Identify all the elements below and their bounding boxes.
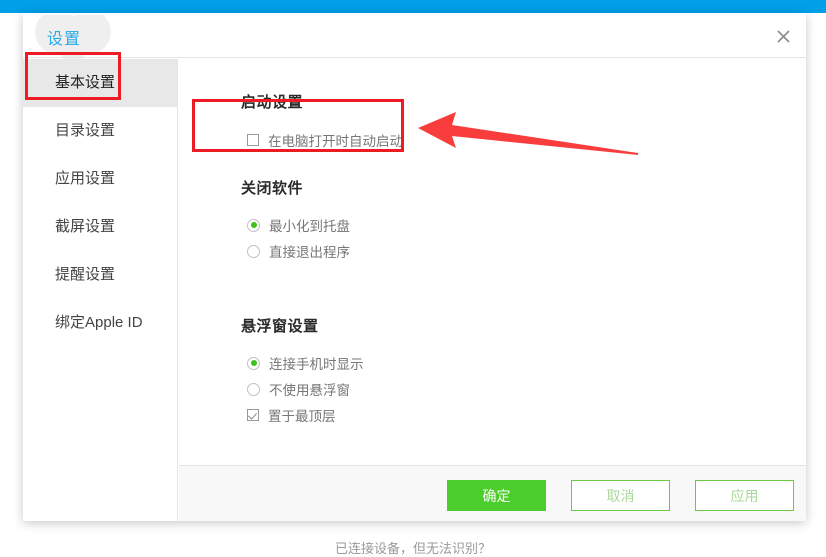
option-minimize-to-tray[interactable]: 最小化到托盘 xyxy=(247,215,350,235)
sidebar-item-label: 基本设置 xyxy=(55,74,116,91)
option-label: 连接手机时显示 xyxy=(269,357,364,372)
radio-minimize-to-tray[interactable] xyxy=(247,218,260,232)
page-title: 设置 xyxy=(47,31,82,48)
ok-button[interactable]: 确定 xyxy=(447,480,546,511)
sidebar-item-directory-settings[interactable]: 目录设置 xyxy=(23,107,177,155)
apply-button[interactable]: 应用 xyxy=(695,480,794,511)
sidebar-item-app-settings[interactable]: 应用设置 xyxy=(23,155,177,203)
checkbox-always-on-top[interactable] xyxy=(247,409,259,421)
section-heading-close-software: 关闭软件 xyxy=(241,180,304,197)
window-titlebar: 设置 xyxy=(23,13,806,58)
option-exit-program[interactable]: 直接退出程序 xyxy=(247,241,350,261)
radio-exit-program[interactable] xyxy=(247,244,260,258)
radio-show-when-connected[interactable] xyxy=(247,356,260,370)
sidebar-item-screenshot-settings[interactable]: 截屏设置 xyxy=(23,203,177,251)
option-label: 在电脑打开时自动启动 xyxy=(268,134,403,149)
radio-disable-floating-window[interactable] xyxy=(247,382,260,396)
option-label: 不使用悬浮窗 xyxy=(269,383,350,398)
option-autostart[interactable]: 在电脑打开时自动启动 xyxy=(247,130,403,150)
dialog-footer: 确定 取消 应用 xyxy=(179,465,806,521)
status-bar-link[interactable]: 已连接设备，但无法识别？ xyxy=(0,538,826,556)
cancel-button[interactable]: 取消 xyxy=(571,480,670,511)
main-panel: 启动设置 在电脑打开时自动启动 关闭软件 最小化到托盘 直接退出程序 悬浮窗设置… xyxy=(179,59,806,465)
sidebar-item-label: 目录设置 xyxy=(55,122,116,139)
section-heading-floating-window: 悬浮窗设置 xyxy=(241,318,319,335)
settings-window: 设置 基本设置 目录设置 应用设置 截屏设置 提醒设置 绑定Apple ID 启… xyxy=(23,13,806,521)
sidebar-item-label: 应用设置 xyxy=(55,170,116,187)
option-show-when-connected[interactable]: 连接手机时显示 xyxy=(247,353,364,373)
close-icon xyxy=(776,29,790,43)
close-button[interactable] xyxy=(768,21,798,51)
sidebar-item-bind-apple-id[interactable]: 绑定Apple ID xyxy=(23,299,177,347)
sidebar-item-basic-settings[interactable]: 基本设置 xyxy=(23,59,177,107)
section-heading-startup: 启动设置 xyxy=(241,94,304,111)
option-disable-floating-window[interactable]: 不使用悬浮窗 xyxy=(247,379,350,399)
option-label: 置于最顶层 xyxy=(268,409,336,424)
sidebar-item-label: 提醒设置 xyxy=(55,266,116,283)
option-label: 直接退出程序 xyxy=(269,245,350,260)
sidebar-item-reminder-settings[interactable]: 提醒设置 xyxy=(23,251,177,299)
sidebar-item-label: 绑定Apple ID xyxy=(55,314,143,331)
sidebar: 基本设置 目录设置 应用设置 截屏设置 提醒设置 绑定Apple ID xyxy=(23,59,178,521)
option-label: 最小化到托盘 xyxy=(269,219,350,234)
checkbox-autostart[interactable] xyxy=(247,134,259,146)
top-blue-bar xyxy=(0,0,826,13)
sidebar-item-label: 截屏设置 xyxy=(55,218,116,235)
option-always-on-top[interactable]: 置于最顶层 xyxy=(247,405,336,425)
